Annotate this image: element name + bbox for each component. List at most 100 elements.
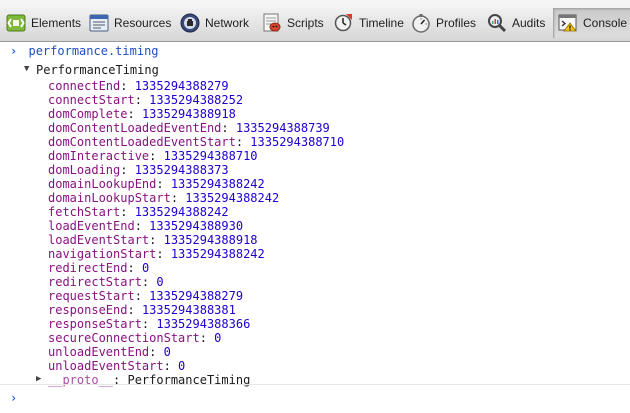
property-name: requestStart <box>48 289 135 303</box>
console-input-line: › performance.timing <box>10 44 159 58</box>
property-value: 0 <box>214 331 222 345</box>
profiles-icon <box>411 13 431 33</box>
resources-icon <box>89 13 109 33</box>
property-row[interactable]: domComplete: 1335294388918 <box>48 107 236 121</box>
elements-icon <box>6 13 26 33</box>
property-colon: : <box>127 261 142 275</box>
console-separator <box>0 384 630 385</box>
scripts-icon <box>262 13 282 33</box>
property-colon: : <box>134 93 150 107</box>
property-row[interactable]: loadEventStart: 1335294388918 <box>48 233 258 247</box>
property-name: domInteractive <box>48 149 150 163</box>
property-value: 1335294388279 <box>134 79 229 93</box>
property-row[interactable]: connectEnd: 1335294388279 <box>48 79 229 93</box>
tab-resources[interactable]: Resources <box>89 9 171 37</box>
property-name: domainLookupStart <box>48 191 171 205</box>
tab-network[interactable]: Network <box>180 9 249 37</box>
property-name: domainLookupEnd <box>48 177 157 191</box>
property-colon: : <box>134 219 150 233</box>
property-row[interactable]: domainLookupStart: 1335294388242 <box>48 191 279 205</box>
property-row[interactable]: redirectStart: 0 <box>48 275 164 289</box>
property-colon: : <box>141 317 157 331</box>
property-colon: : <box>221 121 236 135</box>
property-name: loadEventStart <box>48 233 150 247</box>
property-value: 0 <box>163 345 171 359</box>
tab-label: Console <box>583 16 628 30</box>
tab-label: Resources <box>114 16 172 30</box>
property-value: 1335294388242 <box>134 205 229 219</box>
property-row[interactable]: responseStart: 1335294388366 <box>48 317 250 331</box>
property-name: connectStart <box>48 93 135 107</box>
property-value: 1335294388366 <box>156 317 251 331</box>
property-value: 1335294388710 <box>163 149 258 163</box>
property-colon: : <box>149 345 164 359</box>
property-row[interactable]: loadEventEnd: 1335294388930 <box>48 219 243 233</box>
tab-console[interactable]: Console <box>553 8 630 38</box>
property-row[interactable]: domContentLoadedEventStart: 133529438871… <box>48 135 344 149</box>
property-value: 0 <box>178 359 186 373</box>
tab-audits[interactable]: Audits <box>487 9 545 37</box>
property-name: responseEnd <box>48 303 128 317</box>
console-icon <box>558 13 578 33</box>
property-name: domContentLoadedEventStart <box>48 135 236 149</box>
property-value: 1335294388252 <box>149 93 244 107</box>
property-colon: : <box>127 107 142 121</box>
tab-scripts[interactable]: Scripts <box>262 9 324 37</box>
property-name: domLoading <box>48 163 121 177</box>
property-colon: : <box>156 247 171 261</box>
property-row[interactable]: domLoading: 1335294388373 <box>48 163 229 177</box>
object-header[interactable]: ▼ PerformanceTiming <box>24 63 159 77</box>
property-colon: : <box>149 149 164 163</box>
property-row[interactable]: navigationStart: 1335294388242 <box>48 247 265 261</box>
property-name: connectEnd <box>48 79 121 93</box>
property-row[interactable]: secureConnectionStart: 0 <box>48 331 221 345</box>
property-name: redirectEnd <box>48 261 128 275</box>
property-name: fetchStart <box>48 205 121 219</box>
tab-timeline[interactable]: Timeline <box>334 9 404 37</box>
property-colon: : <box>235 135 251 149</box>
tab-label: Network <box>205 16 250 30</box>
object-name: PerformanceTiming <box>36 63 159 77</box>
network-icon <box>180 13 200 33</box>
property-name: unloadEventEnd <box>48 345 150 359</box>
property-row[interactable]: domInteractive: 1335294388710 <box>48 149 258 163</box>
property-colon: : <box>149 233 164 247</box>
property-value: 1335294388242 <box>170 247 265 261</box>
property-row[interactable]: domainLookupEnd: 1335294388242 <box>48 177 265 191</box>
expand-down-triangle-icon[interactable]: ▼ <box>24 62 29 76</box>
property-value: 0 <box>156 275 164 289</box>
tab-label: Timeline <box>359 16 404 30</box>
property-value: 1335294388739 <box>235 121 330 135</box>
console-command[interactable]: performance.timing <box>28 44 158 58</box>
property-name: responseStart <box>48 317 142 331</box>
property-value: 0 <box>141 261 150 275</box>
property-colon: : <box>120 163 135 177</box>
timeline-icon <box>334 13 354 33</box>
property-colon: : <box>134 289 150 303</box>
tab-elements[interactable]: Elements <box>6 9 81 37</box>
devtools-toolbar: Elements Resources Network Scripts Timel… <box>0 6 630 42</box>
property-colon: : <box>120 79 135 93</box>
property-row[interactable]: unloadEventEnd: 0 <box>48 345 171 359</box>
property-colon: : <box>127 303 142 317</box>
property-colon: : <box>141 275 157 289</box>
property-row[interactable]: requestStart: 1335294388279 <box>48 289 243 303</box>
property-row[interactable]: fetchStart: 1335294388242 <box>48 205 229 219</box>
property-name: redirectStart <box>48 275 142 289</box>
property-name: loadEventEnd <box>48 219 135 233</box>
prompt-arrow-icon: › <box>10 391 18 405</box>
tab-label: Audits <box>512 16 546 30</box>
property-row[interactable]: domContentLoadedEventEnd: 1335294388739 <box>48 121 330 135</box>
property-value: 1335294388918 <box>163 233 258 247</box>
property-value: 1335294388381 <box>141 303 236 317</box>
property-row[interactable]: redirectEnd: 0 <box>48 261 149 275</box>
property-value: 1335294388373 <box>134 163 229 177</box>
console-prompt[interactable]: › <box>10 391 17 405</box>
property-value: 1335294388930 <box>149 219 244 233</box>
property-row[interactable]: responseEnd: 1335294388381 <box>48 303 236 317</box>
tab-label: Profiles <box>436 16 477 30</box>
property-row[interactable]: unloadEventStart: 0 <box>48 359 185 373</box>
property-row[interactable]: connectStart: 1335294388252 <box>48 93 243 107</box>
console-panel[interactable]: › performance.timing ▼ PerformanceTiming… <box>0 42 630 413</box>
tab-profiles[interactable]: Profiles <box>411 9 476 37</box>
